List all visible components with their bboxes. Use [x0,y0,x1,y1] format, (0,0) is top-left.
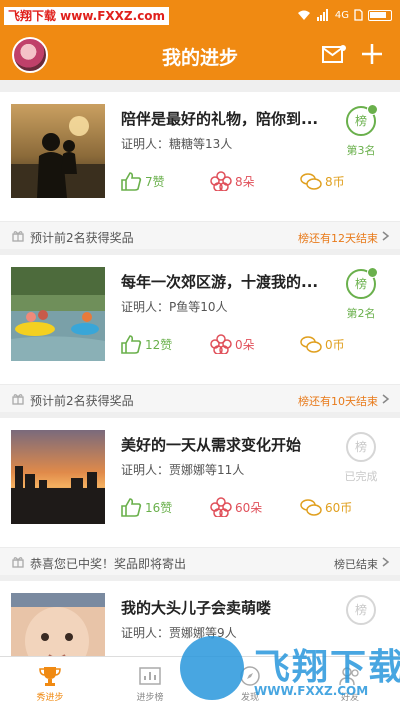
like-count: 12赞 [145,337,173,352]
gift-icon [12,231,24,242]
card-title: 陪伴是最好的礼物，陪你到... [121,110,319,128]
prize-info: 预计前2名获得奖品 [30,231,134,245]
rank-badge: 榜 [346,267,378,299]
watermark-overlay: 飞翔下载 WWW.FXXZ.COM [178,632,400,709]
flower-stat[interactable]: 0朵 [210,333,255,355]
battery-icon [368,9,392,21]
like-stat[interactable]: 12赞 [120,333,172,355]
time-remaining: 榜还有12天结束 [298,232,378,245]
card-title: 我的大头儿子会卖萌喽 [121,599,272,617]
trophy-icon [39,667,61,686]
time-remaining: 榜已结束 [334,558,378,571]
card-photo [11,430,105,524]
coin-stat[interactable]: 8币 [300,170,345,192]
chevron-right-icon [382,394,390,404]
app-bar: 我的进步 [0,30,400,80]
flower-icon [210,334,232,354]
card-certifier: 证明人：糖糖等13人 [121,137,233,151]
coin-count: 0币 [325,337,345,352]
gift-icon [12,557,24,568]
watermark-text: 飞翔下载 [254,647,400,688]
rank-label: 已完成 [344,470,378,483]
like-stat[interactable]: 7赞 [120,170,165,192]
watermark-top: 飞翔下载 www.FXXZ.com [4,7,170,25]
card-photo [11,267,105,361]
rank-badge: 榜 [346,104,378,136]
flower-icon [210,497,232,517]
like-count: 7赞 [145,174,165,189]
wifi-icon [297,10,310,20]
flower-stat[interactable]: 8朵 [210,170,255,192]
check-icon [367,104,378,115]
progress-card[interactable]: 每年一次郊区游，十渡我的... 证明人：P鱼等10人 榜 第2名 12赞 0朵 … [0,255,400,412]
card-stats: 16赞 60朵 60币 [120,496,360,518]
flower-count: 0朵 [235,337,255,352]
chevron-right-icon [382,557,390,567]
status-bar: 飞翔下载 www.FXXZ.com 4G [0,0,400,30]
coin-count: 8币 [325,174,345,189]
thumbs-up-icon [121,172,142,191]
card-footer[interactable]: 预计前2名获得奖品 榜还有12天结束 [0,221,400,249]
mail-icon[interactable] [322,45,346,63]
nav-show-progress[interactable]: 秀进步 [0,657,100,709]
rank-badge: 榜 [346,595,376,625]
rank-badge-label: 榜 [354,114,367,128]
progress-card[interactable]: 陪伴是最好的礼物，陪你到... 证明人：糖糖等13人 榜 第3名 7赞 8朵 8… [0,92,400,249]
signal-icon [316,9,328,21]
rank-badge-label: 榜 [354,277,367,291]
coins-icon [300,336,322,353]
card-certifier: 证明人：贾娜娜等11人 [121,463,245,477]
rank-badge: 榜 [346,432,376,462]
prize-info: 恭喜您已中奖！奖品即将寄出 [30,557,187,571]
card-stats: 7赞 8朵 8币 [120,170,360,192]
card-photo [11,104,105,198]
coin-count: 60币 [325,500,353,515]
card-title: 每年一次郊区游，十渡我的... [121,273,319,291]
chevron-right-icon [382,231,390,241]
thumbs-up-icon [121,498,142,517]
rank-label: 第2名 [346,307,376,320]
watermark-logo [180,636,244,700]
flower-count: 8朵 [235,174,255,189]
card-stats: 12赞 0朵 0币 [120,333,360,355]
like-count: 16赞 [145,500,173,515]
sim-icon [354,9,363,21]
nav-label: 秀进步 [36,693,64,703]
coin-stat[interactable]: 0币 [300,333,345,355]
status-icons: 4G [297,7,392,23]
watermark-url: WWW.FXXZ.COM [254,684,369,698]
progress-card[interactable]: 美好的一天从需求变化开始 证明人：贾娜娜等11人 榜 已完成 16赞 60朵 6… [0,418,400,575]
like-stat[interactable]: 16赞 [120,496,172,518]
time-remaining: 榜还有10天结束 [298,395,378,408]
rank-badge-label: 榜 [354,440,367,454]
card-footer[interactable]: 预计前2名获得奖品 榜还有10天结束 [0,384,400,412]
rank-badge-label: 榜 [354,603,367,617]
flower-icon [210,171,232,191]
flower-count: 60朵 [235,500,263,515]
ranking-icon [139,667,161,685]
card-footer[interactable]: 恭喜您已中奖！奖品即将寄出 榜已结束 [0,547,400,575]
coin-stat[interactable]: 60币 [300,496,352,518]
coins-icon [300,173,322,190]
flower-stat[interactable]: 60朵 [210,496,262,518]
card-certifier: 证明人：P鱼等10人 [121,300,228,314]
card-title: 美好的一天从需求变化开始 [121,436,302,454]
rank-label: 第3名 [346,144,376,157]
coins-icon [300,499,322,516]
thumbs-up-icon [121,335,142,354]
card-photo [11,593,105,656]
prize-info: 预计前2名获得奖品 [30,394,134,408]
add-icon[interactable] [360,42,384,66]
gift-icon [12,394,24,405]
network-label: 4G [334,9,349,21]
check-icon [367,267,378,278]
